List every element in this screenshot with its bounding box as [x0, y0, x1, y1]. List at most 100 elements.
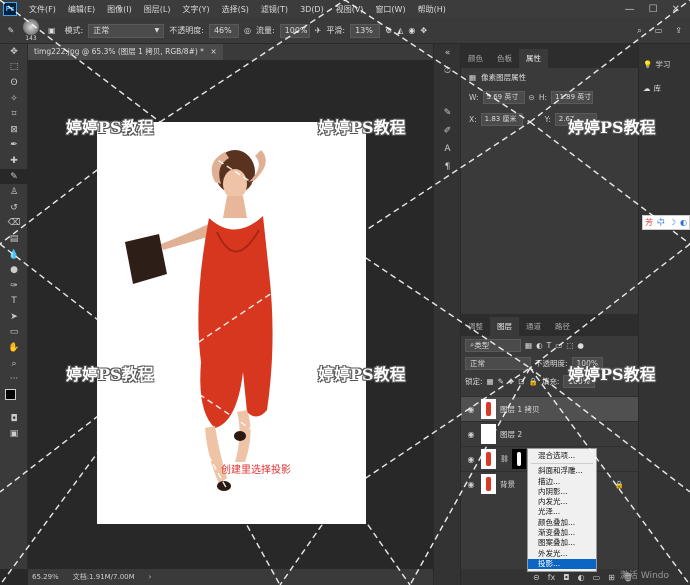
layer-name[interactable]: 图层 2 [500, 429, 522, 440]
ime-chinese-toggle[interactable]: 中 [657, 217, 665, 228]
layer-name[interactable]: 图层 1 拷贝 [500, 404, 540, 415]
menu-window[interactable]: 窗口(W) [369, 4, 411, 15]
blur-tool-icon[interactable]: 💧 [0, 247, 28, 263]
airbrush-icon[interactable]: ✈ [315, 26, 322, 35]
menu-view[interactable]: 视图(V) [330, 4, 370, 15]
rectangle-tool-icon[interactable]: ▭ [0, 325, 28, 341]
menu-item-gradient-overlay[interactable]: 渐变叠加... [528, 528, 596, 538]
magic-wand-tool-icon[interactable]: ✧ [0, 91, 28, 107]
x-field[interactable]: 1.83 厘米 [480, 112, 523, 126]
y-field[interactable]: 2.67 [554, 112, 597, 126]
layer-filter-select[interactable]: ⌕ 类型 [465, 338, 521, 352]
angle-icon[interactable]: ◭ [397, 26, 403, 35]
lock-all-icon[interactable]: 🔒 [529, 377, 538, 386]
filter-smart-icon[interactable]: ⬚ [566, 341, 573, 350]
lock-pixels-icon[interactable]: ▦ [487, 377, 494, 386]
link-icon[interactable]: ⊝ [529, 93, 535, 102]
type-tool-icon[interactable]: T [0, 294, 28, 310]
menu-item-pattern-overlay[interactable]: 图案叠加... [528, 538, 596, 548]
link-layers-icon[interactable]: ⊝ [533, 573, 540, 582]
brush-tool-icon[interactable]: ✎ [4, 26, 18, 35]
layer-row-copy[interactable]: ◉ 图层 1 拷贝 [461, 396, 638, 421]
eye-icon[interactable]: ◉ [461, 430, 481, 439]
new-layer-icon[interactable]: ⊞ [608, 573, 615, 582]
stamp-tool-icon[interactable]: ♙ [0, 184, 28, 200]
menu-item-blending-options[interactable]: 混合选项... [528, 451, 596, 461]
tab-properties[interactable]: 属性 [519, 49, 548, 68]
path-select-tool-icon[interactable]: ➤ [0, 309, 28, 325]
tab-color[interactable]: 颜色 [461, 49, 490, 68]
ime-logo-icon[interactable]: 芳 [645, 217, 653, 228]
menu-type[interactable]: 文字(Y) [176, 4, 215, 15]
brush-panel-icon[interactable]: ▣ [48, 26, 56, 35]
menu-3d[interactable]: 3D(D) [294, 5, 330, 14]
adjustment-layer-icon[interactable]: ◐ [578, 573, 585, 582]
quick-mask-icon[interactable]: ◘ [0, 411, 28, 427]
close-button[interactable]: ✕ [672, 4, 680, 15]
tab-swatches[interactable]: 色板 [490, 49, 519, 68]
hand-tool-icon[interactable]: ✋ [0, 340, 28, 356]
screen-mode-icon[interactable]: ▣ [0, 427, 28, 443]
document-tab[interactable]: timg222.jpg @ 65.3% (图层 1 拷贝, RGB/8#) * … [28, 44, 223, 60]
history-panel-icon[interactable]: ⏱ [434, 62, 461, 80]
paragraph-panel-icon[interactable]: ¶ [434, 158, 461, 176]
filter-shape-icon[interactable]: ▭ [555, 341, 562, 350]
layer-name[interactable]: 背景 [500, 479, 515, 490]
smooth-input[interactable]: 13% [350, 23, 381, 38]
tab-channels[interactable]: 通道 [519, 317, 548, 336]
layer-opacity-input[interactable]: 100% [571, 356, 603, 370]
frame-tool-icon[interactable]: ⊠ [0, 122, 28, 138]
share-icon[interactable]: ⇪ [675, 26, 682, 35]
opacity-input[interactable]: 46% [208, 23, 239, 38]
brushes-panel-icon[interactable]: ✎ [434, 104, 461, 122]
filter-toggle-icon[interactable]: ● [577, 341, 584, 350]
width-field[interactable]: 5.69 英寸 [482, 90, 525, 104]
lock-move-icon[interactable]: ✥ [508, 377, 514, 386]
menu-help[interactable]: 帮助(H) [412, 4, 452, 15]
pen-tool-icon[interactable]: ✑ [0, 278, 28, 294]
eyedropper-tool-icon[interactable]: ✒ [0, 138, 28, 154]
menu-item-color-overlay[interactable]: 颜色叠加... [528, 518, 596, 528]
group-icon[interactable]: ▭ [593, 573, 601, 582]
fill-input[interactable]: 100% [563, 374, 595, 388]
menu-item-drop-shadow[interactable]: 投影... [528, 558, 596, 570]
maximize-button[interactable]: ☐ [649, 4, 658, 15]
fx-icon[interactable]: fx [548, 573, 556, 582]
menu-filter[interactable]: 滤镜(T) [255, 4, 294, 15]
color-swatches[interactable] [0, 387, 28, 411]
menu-file[interactable]: 文件(F) [23, 4, 62, 15]
menu-item-outer-glow[interactable]: 外发光... [528, 549, 596, 559]
ime-skin-icon[interactable]: ◐ [680, 218, 687, 227]
status-arrow-icon[interactable]: › [149, 573, 152, 581]
workspace-icon[interactable]: ▭ [655, 26, 663, 35]
marquee-tool-icon[interactable]: ⬚ [0, 60, 28, 76]
search-icon[interactable]: ⌕ [637, 26, 641, 36]
layer-mask-thumbnail[interactable] [511, 449, 526, 469]
eye-icon[interactable]: ◉ [461, 405, 481, 414]
height-field[interactable]: 11.89 英寸 [550, 90, 593, 104]
layer-row-2[interactable]: ◉ 图层 2 [461, 421, 638, 446]
menu-item-bevel-emboss[interactable]: 斜面和浮雕... [528, 466, 596, 476]
dodge-tool-icon[interactable]: ● [0, 262, 28, 278]
flow-input[interactable]: 100% [279, 23, 310, 38]
eye-icon[interactable]: ◉ [461, 455, 481, 464]
move-tool-icon[interactable]: ✥ [0, 44, 28, 60]
brush-settings-icon[interactable]: ✐ [434, 122, 461, 140]
add-mask-icon[interactable]: ◘ [563, 573, 569, 582]
brush-preset-picker[interactable]: 143 [23, 19, 39, 42]
character-panel-icon[interactable]: A [434, 140, 461, 158]
pressure-opacity-icon[interactable]: ◎ [244, 26, 251, 35]
brush-tool-icon[interactable]: ✎ [0, 168, 28, 185]
gradient-tool-icon[interactable]: ▤ [0, 231, 28, 247]
learn-button[interactable]: 💡 学习 [639, 52, 690, 76]
minimize-button[interactable]: — [625, 4, 635, 15]
history-brush-tool-icon[interactable]: ↺ [0, 200, 28, 216]
menu-item-inner-shadow[interactable]: 内阴影... [528, 487, 596, 497]
gear-icon[interactable]: ⚙ [385, 26, 392, 35]
ime-moon-icon[interactable]: ☽ [669, 218, 676, 227]
close-tab-icon[interactable]: × [210, 47, 216, 56]
lasso-tool-icon[interactable]: ʘ [0, 75, 28, 91]
menu-item-inner-glow[interactable]: 内发光... [528, 497, 596, 507]
filter-pixel-icon[interactable]: ▦ [525, 341, 532, 350]
filter-type-icon[interactable]: T [547, 341, 552, 350]
